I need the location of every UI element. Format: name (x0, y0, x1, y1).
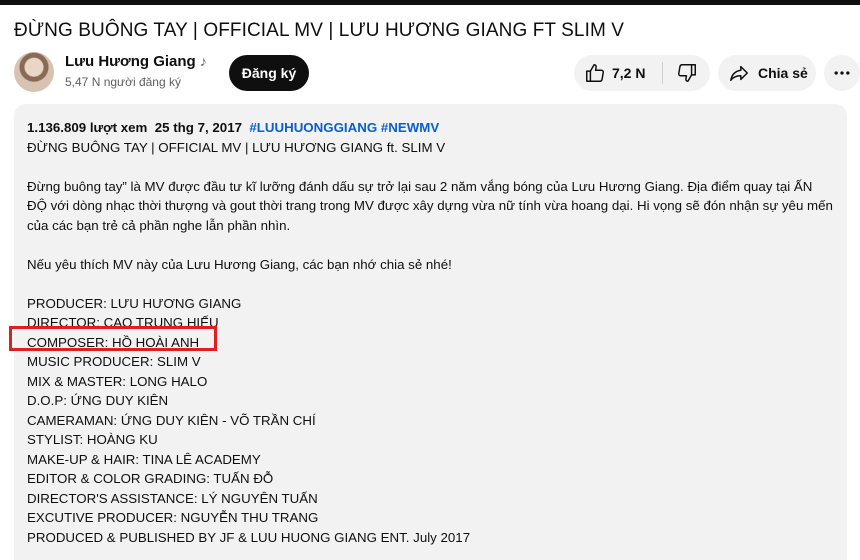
upload-date: 25 thg 7, 2017 (154, 120, 242, 135)
credit-line-composer: COMPOSER: HỒ HOÀI ANH (27, 334, 200, 350)
subscribe-button[interactable]: Đăng ký (229, 55, 309, 91)
credit-line: MAKE-UP & HAIR: TINA LÊ ACADEMY (27, 451, 261, 467)
credit-line: DIRECTOR'S ASSISTANCE: LÝ NGUYÊN TUẤN (27, 490, 318, 506)
dislike-button[interactable] (663, 55, 710, 91)
channel-avatar[interactable] (14, 52, 54, 92)
channel-name: Lưu Hương Giang (65, 53, 196, 70)
credit-line: D.O.P: ỨNG DUY KIÊN (27, 393, 169, 408)
hashtags-link[interactable]: #LUUHUONGGIANG #NEWMV (249, 120, 439, 135)
top-bar-edge (0, 0, 860, 5)
owner-row: Lưu Hương Giang ♪ 5,47 N người đăng ký Đă… (14, 50, 860, 94)
description-share-request: Nếu yêu thích MV này của Lưu Hương Giang… (27, 256, 452, 272)
credit-line: EXCUTIVE PRODUCER: NGUYỄN THU TRANG (27, 510, 319, 525)
credit-line: CAMERAMAN: ỨNG DUY KIÊN - VÕ TRẦN CHÍ (27, 412, 316, 428)
like-count: 7,2 N (612, 65, 646, 81)
credit-line: PRODUCER: LƯU HƯƠNG GIANG (27, 295, 242, 311)
credit-line: MUSIC PRODUCER: SLIM V (27, 354, 201, 369)
music-note-icon: ♪ (199, 53, 207, 69)
description-panel[interactable]: 1.136.809 lượt xem 25 thg 7, 2017 #LUUHU… (14, 104, 847, 560)
credit-line: DIRECTOR: CAO TRUNG HIẾU (27, 315, 219, 330)
credit-line: EDITOR & COLOR GRADING: TUẤN ĐỖ (27, 471, 274, 486)
view-count: 1.136.809 lượt xem (27, 120, 148, 135)
description-title-line: ĐỪNG BUÔNG TAY | OFFICIAL MV | LƯU HƯƠNG… (27, 139, 446, 155)
share-icon (728, 62, 750, 84)
thumbs-down-icon (676, 62, 698, 84)
channel-name-link[interactable]: Lưu Hương Giang ♪ (65, 53, 207, 70)
like-button[interactable]: 7,2 N (574, 55, 662, 91)
more-horizontal-icon (832, 63, 852, 83)
credit-line: PRODUCED & PUBLISHED BY JF & LUU HUONG G… (27, 529, 471, 545)
video-title: ĐỪNG BUÔNG TAY | OFFICIAL MV | LƯU HƯƠNG… (14, 20, 625, 41)
share-button[interactable]: Chia sẻ (718, 55, 816, 91)
credit-line: MIX & MASTER: LONG HALO (27, 373, 208, 389)
description-meta: 1.136.809 lượt xem 25 thg 7, 2017 #LUUHU… (27, 118, 837, 138)
like-dislike-group: 7,2 N (574, 55, 710, 91)
description-body: 1.136.809 lượt xem 25 thg 7, 2017 #LUUHU… (27, 118, 837, 547)
subscribe-label: Đăng ký (241, 65, 297, 81)
thumbs-up-icon (584, 62, 606, 84)
subscriber-count: 5,47 N người đăng ký (65, 75, 181, 89)
description-paragraph-line: của các bạn trẻ cả phần nghe lẫn phần nh… (27, 217, 291, 233)
description-paragraph-line: Đừng buông tay” là MV được đầu tư kĩ lưỡ… (27, 178, 813, 194)
credit-line: STYLIST: HOÀNG KU (27, 432, 158, 447)
share-label: Chia sẻ (758, 65, 808, 81)
description-paragraph-line: ĐỘ với dòng nhạc thời thượng và gout thờ… (27, 198, 833, 213)
more-actions-button[interactable] (824, 55, 860, 91)
